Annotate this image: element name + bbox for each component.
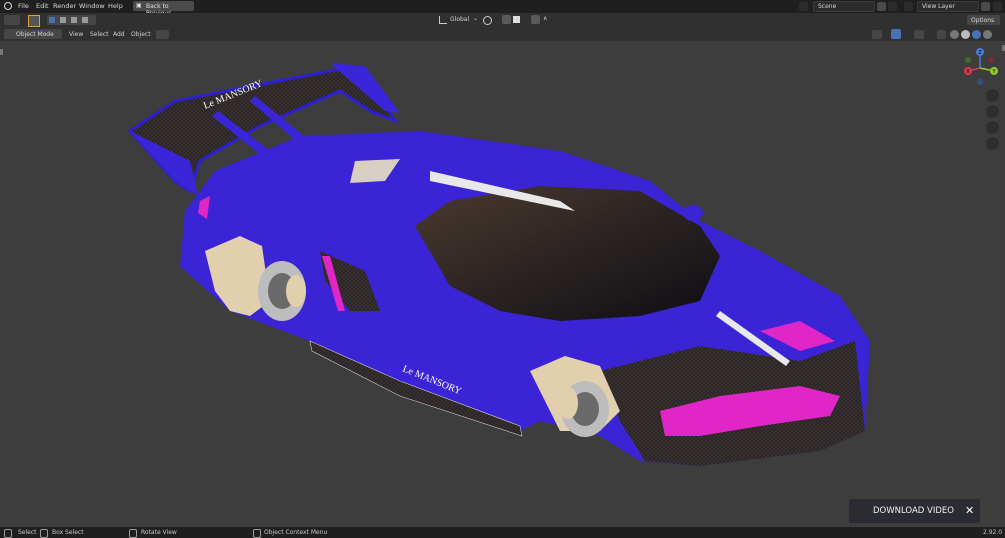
svg-text:X: X [966,69,970,75]
editor-type-button[interactable] [4,15,20,25]
close-icon[interactable]: ✕ [965,504,974,517]
car-model[interactable]: Le MANSORY Le MANSORY [0,41,1005,527]
object-mode-label: Object Mode [16,30,54,38]
view-menu[interactable]: View [69,31,83,38]
snap-target-icon[interactable] [513,16,520,23]
scene-delete-icon[interactable] [888,2,897,11]
select-mode-group[interactable] [47,15,96,25]
rear-wheel-arch [205,236,270,316]
viewport-header: Object Mode View Select Add Object [0,28,1005,41]
status-select: Select [18,529,37,536]
menu-help[interactable]: Help [108,2,123,10]
3d-viewport[interactable]: Le MANSORY Le MANSORY Z Y X [0,41,1005,527]
grid-icon[interactable] [986,137,999,150]
overlays-icon[interactable] [914,30,924,39]
transform-orientation-label[interactable]: Global [450,16,469,23]
material-shading-icon[interactable] [972,30,981,39]
mouse-drag-icon [40,529,48,538]
top-menu-bar: File Edit Render Window Help ▣ Back to P… [0,0,1005,17]
solid-shading-icon[interactable] [961,30,970,39]
mode-subtract-icon[interactable] [71,17,77,23]
mouse-right-icon [253,529,261,538]
scene-icon[interactable] [799,2,808,11]
version-label: 2.92.0 [983,529,1003,536]
menu-window[interactable]: Window [79,2,105,10]
menu-file[interactable]: File [18,2,29,10]
svg-text:Z: Z [978,50,982,56]
download-video-label[interactable]: DOWNLOAD VIDEO [873,506,954,516]
navigation-gizmo[interactable]: Z Y X [958,46,1002,90]
back-icon: ▣ [136,2,142,9]
snap-icon[interactable] [502,15,511,24]
scene-label: Scene [818,3,837,10]
mouse-middle-icon [129,529,137,538]
orientation-icon[interactable] [439,16,447,24]
select-menu[interactable]: Select [90,31,109,38]
mode-extend-icon[interactable] [60,17,66,23]
menu-edit[interactable]: Edit [36,2,49,10]
status-rotate-view: Rotate View [141,529,177,536]
rendered-shading-icon[interactable] [983,30,992,39]
toolbar-expand-icon[interactable] [0,49,3,55]
xray-icon[interactable] [937,30,946,39]
options-label: Options [971,16,995,24]
mode-invert-icon[interactable] [82,17,88,23]
status-bar: Select Box Select Rotate View Object Con… [0,527,1005,538]
zoom-icon[interactable] [986,89,999,102]
overlay-icon[interactable] [156,30,169,39]
menu-render[interactable]: Render [53,2,76,10]
pivot-icon[interactable] [483,16,492,25]
pan-hand-icon[interactable] [986,105,999,118]
view-layer-label: View Layer [922,3,955,10]
rear-wheel [258,261,306,321]
view-layer-field[interactable]: View Layer [917,1,979,12]
mode-new-icon[interactable] [49,17,55,23]
scene-field[interactable]: Scene [813,1,875,12]
back-to-previous-button[interactable]: ▣ Back to Previous [133,1,194,17]
blender-logo-icon[interactable] [4,2,12,10]
status-box-select: Box Select [52,529,84,536]
falloff-icon[interactable]: ∧ [543,15,547,22]
object-menu[interactable]: Object [131,31,151,38]
view-layer-new-icon[interactable] [981,2,990,11]
options-button[interactable]: Options [967,15,1000,25]
side-mirror [683,205,703,221]
chevron-down-icon[interactable]: ⌄ [473,15,478,22]
view-layer-icon[interactable] [904,2,913,11]
tool-header: Global ⌄ ∧ Options [0,13,1005,28]
object-mode-dropdown[interactable]: Object Mode [4,29,62,39]
gizmo-toggle-icon[interactable] [891,29,901,39]
add-menu[interactable]: Add [113,31,125,38]
download-video-banner[interactable]: DOWNLOAD VIDEO ✕ [849,499,980,523]
view-layer-delete-icon[interactable] [993,2,1002,11]
visibility-icon[interactable] [872,30,882,39]
wireframe-shading-icon[interactable] [950,30,959,39]
scene-new-icon[interactable] [877,2,886,11]
select-tool-icon[interactable] [28,15,40,27]
camera-icon[interactable] [986,121,999,134]
status-context-menu: Object Context Menu [264,529,328,536]
proportional-edit-icon[interactable] [531,15,540,24]
mouse-left-icon [4,529,12,538]
